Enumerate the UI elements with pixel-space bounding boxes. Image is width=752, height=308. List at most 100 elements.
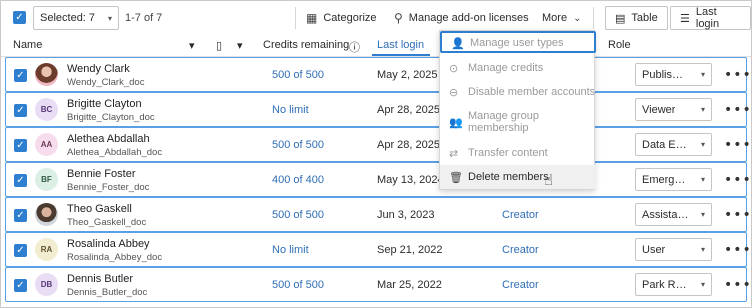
selected-label: Selected: 7	[40, 12, 96, 24]
role-select[interactable]: Data E… ▾	[635, 133, 712, 156]
row-checkbox[interactable]: ✓	[14, 209, 27, 222]
credits-link[interactable]: 500 of 500	[272, 209, 324, 221]
manage-addon-licenses-button[interactable]: ⚲ Manage add-on licenses	[394, 8, 529, 28]
menu-item-label-line2: membership	[468, 122, 529, 134]
credits-link[interactable]: 400 of 400	[272, 174, 324, 186]
chevron-down-icon: ▾	[700, 245, 705, 254]
role-value: Publis…	[642, 68, 683, 81]
member-name: Bennie Foster	[67, 168, 136, 180]
avatar: AA	[35, 133, 58, 156]
table-view-button[interactable]: ▤ Table	[605, 6, 668, 30]
row-actions-icon[interactable]: •••	[724, 242, 752, 258]
table-header: Name ▾ ▯ ▾ Credits remaining ⓘ Last logi…	[1, 35, 751, 57]
table-row[interactable]: ✓ Theo Gaskell Theo_Gaskell_doc 500 of 5…	[5, 197, 751, 232]
row-actions-icon[interactable]: •••	[724, 277, 752, 293]
column-header-credits[interactable]: Credits remaining	[263, 39, 349, 51]
role-select[interactable]: Assista… ▾	[635, 203, 712, 226]
pointer-cursor-icon: ☝	[544, 171, 554, 189]
table-row[interactable]: ✓ Wendy Clark Wendy_Clark_doc 500 of 500…	[5, 57, 751, 92]
avatar: BC	[35, 98, 58, 121]
column-header-role[interactable]: Role	[608, 39, 631, 51]
row-checkbox[interactable]: ✓	[14, 279, 27, 292]
role-value: User	[642, 243, 666, 256]
member-username: Alethea_Abdallah_doc	[67, 147, 163, 158]
role-select[interactable]: Park R… ▾	[635, 273, 712, 296]
table-view-label: Table	[631, 12, 658, 24]
sort-label: Last login	[695, 6, 720, 30]
row-actions-icon[interactable]: •••	[724, 172, 752, 188]
table-row[interactable]: ✓ BF Bennie Foster Bennie_Foster_doc 400…	[5, 162, 751, 197]
more-actions-menu: 👤 Manage user types ⊙ Manage credits ⊖ D…	[439, 30, 596, 190]
sort-button[interactable]: ☰ Last login	[670, 6, 751, 30]
toolbar: ✓ Selected: 7 ▾ 1-7 of 7 ▦ Categorize ⚲ …	[1, 1, 751, 35]
row-actions-icon[interactable]: •••	[724, 102, 752, 118]
transfer-icon: ⇄	[449, 147, 459, 160]
menu-item-delete-members[interactable]: 🗑 Delete members	[440, 165, 596, 189]
info-icon[interactable]: ⓘ	[349, 39, 360, 55]
more-button[interactable]: More ⌄	[542, 8, 581, 28]
member-name: Dennis Butler	[67, 273, 134, 285]
menu-item-transfer-content[interactable]: ⇄ Transfer content	[440, 141, 596, 165]
credits-link[interactable]: 500 of 500	[272, 139, 324, 151]
menu-item-manage-user-types[interactable]: 👤 Manage user types	[440, 31, 596, 53]
last-login-value: Apr 28, 2025	[377, 104, 440, 116]
role-select[interactable]: Publis… ▾	[635, 63, 712, 86]
last-login-value: May 2, 2025	[377, 69, 438, 81]
disable-icon: ⊖	[449, 86, 459, 99]
user-type-link[interactable]: Creator	[502, 209, 539, 221]
selected-dropdown[interactable]: Selected: 7 ▾	[33, 6, 119, 30]
column-header-last-login[interactable]: Last login	[377, 39, 424, 51]
chevron-down-icon[interactable]: ▾	[189, 39, 195, 52]
user-type-link[interactable]: Creator	[502, 244, 539, 256]
role-value: Assista…	[642, 208, 689, 221]
member-name: Alethea Abdallah	[67, 133, 150, 145]
table-row[interactable]: ✓ DB Dennis Butler Dennis_Butler_doc 500…	[5, 267, 751, 302]
member-username: Wendy_Clark_doc	[67, 77, 145, 88]
role-select[interactable]: Viewer ▾	[635, 98, 712, 121]
row-checkbox[interactable]: ✓	[14, 104, 27, 117]
credits-link[interactable]: No limit	[272, 244, 309, 256]
role-select[interactable]: User ▾	[635, 238, 712, 261]
row-actions-icon[interactable]: •••	[724, 207, 752, 223]
members-list: ✓ Wendy Clark Wendy_Clark_doc 500 of 500…	[5, 57, 751, 302]
last-login-value: Mar 25, 2022	[377, 279, 442, 291]
categorize-button[interactable]: ▦ Categorize	[306, 8, 377, 28]
table-row[interactable]: ✓ RA Rosalinda Abbey Rosalinda_Abbey_doc…	[5, 232, 751, 267]
row-actions-icon[interactable]: •••	[724, 137, 752, 153]
credits-link[interactable]: 500 of 500	[272, 69, 324, 81]
role-value: Park R…	[642, 278, 687, 291]
menu-item-label: Disable member accounts	[468, 86, 596, 98]
role-value: Emerg…	[642, 173, 686, 186]
row-checkbox[interactable]: ✓	[14, 174, 27, 187]
column-header-name[interactable]: Name	[13, 39, 42, 51]
table-icon: ▤	[615, 11, 626, 25]
member-username: Dennis_Butler_doc	[67, 287, 148, 298]
chevron-down-icon: ▾	[700, 70, 705, 79]
avatar: DB	[35, 273, 58, 296]
chevron-down-icon[interactable]: ▾	[237, 39, 243, 52]
member-username: Bennie_Foster_doc	[67, 182, 150, 193]
chevron-down-icon: ▾	[700, 280, 705, 289]
role-select[interactable]: Emerg… ▾	[635, 168, 712, 191]
row-actions-icon[interactable]: •••	[724, 67, 752, 83]
select-all-checkbox[interactable]: ✓	[13, 11, 26, 24]
menu-item-manage-group-membership[interactable]: 👥 Manage group membership	[440, 104, 596, 140]
avatar	[35, 63, 58, 86]
row-checkbox[interactable]: ✓	[14, 244, 27, 257]
member-username: Rosalinda_Abbey_doc	[67, 252, 163, 263]
row-checkbox[interactable]: ✓	[14, 139, 27, 152]
categorize-label: Categorize	[323, 12, 377, 24]
credits-link[interactable]: 500 of 500	[272, 279, 324, 291]
credits-link[interactable]: No limit	[272, 104, 309, 116]
group-icon: 👥	[449, 116, 463, 129]
table-row[interactable]: ✓ AA Alethea Abdallah Alethea_Abdallah_d…	[5, 127, 751, 162]
credits-icon: ⊙	[449, 62, 459, 75]
last-login-value: Apr 28, 2025	[377, 139, 440, 151]
avatar: BF	[35, 168, 58, 191]
menu-item-disable-member-accounts[interactable]: ⊖ Disable member accounts	[440, 80, 596, 104]
table-row[interactable]: ✓ BC Brigitte Clayton Brigitte_Clayton_d…	[5, 92, 751, 127]
menu-item-manage-credits[interactable]: ⊙ Manage credits	[440, 56, 596, 80]
user-type-link[interactable]: Creator	[502, 279, 539, 291]
device-icon[interactable]: ▯	[216, 39, 222, 52]
row-checkbox[interactable]: ✓	[14, 69, 27, 82]
